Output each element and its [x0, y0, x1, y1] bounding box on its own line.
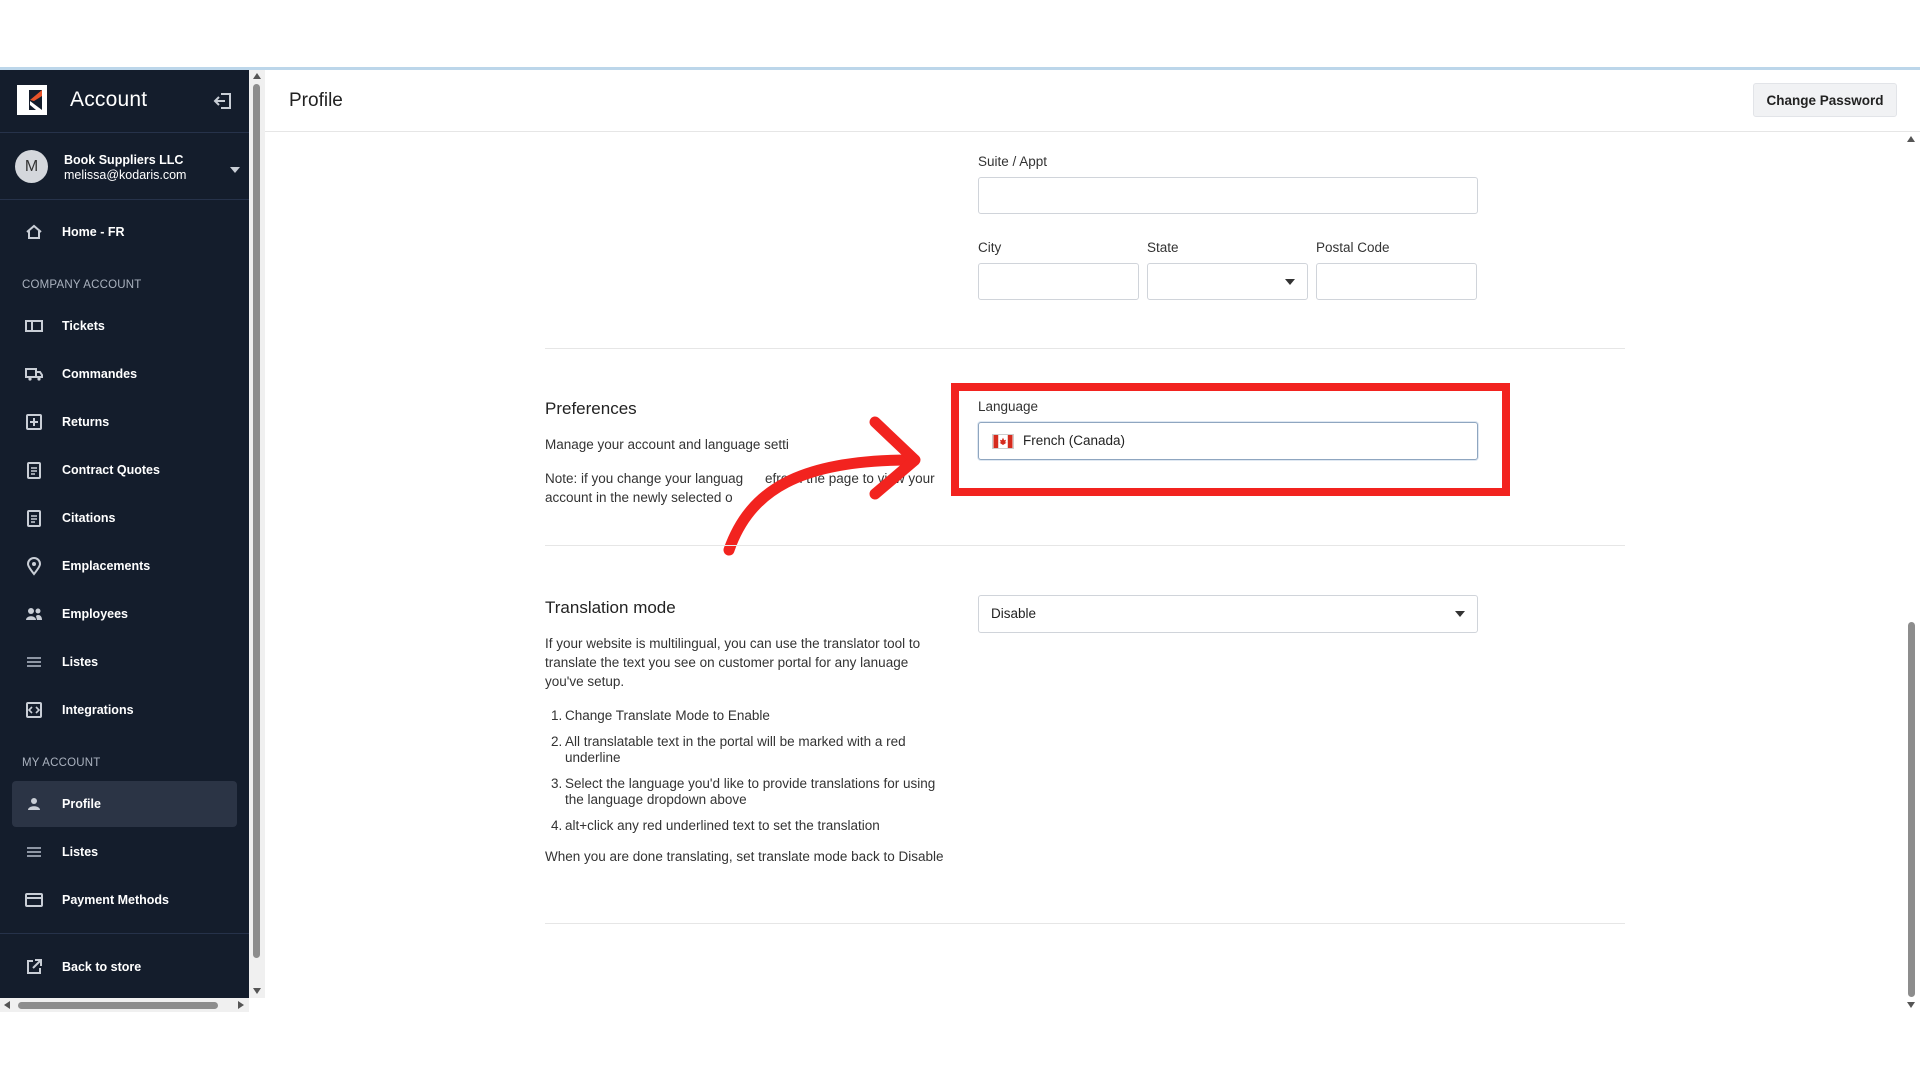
sidebar-title: Account	[70, 88, 148, 111]
sidebar-item-contract-quotes[interactable]: Contract Quotes	[12, 447, 237, 493]
collapse-sidebar-icon[interactable]	[212, 90, 234, 112]
page-title: Profile	[289, 90, 343, 111]
annotation-arrow-icon	[723, 416, 921, 556]
sidebar-item-payment-methods[interactable]: Payment Methods	[12, 877, 237, 923]
step-text: Change Translate Mode to Enable	[565, 708, 770, 723]
account-email: melissa@kodaris.com	[64, 168, 187, 182]
highlight-box	[951, 383, 1510, 496]
truck-icon	[25, 368, 43, 381]
home-icon	[26, 224, 42, 239]
sidebar-item-label: Employees	[62, 607, 129, 621]
sidebar-item-label: Home - FR	[62, 225, 125, 239]
integrations-icon	[26, 702, 42, 718]
step-text: alt+click any red underlined text to set…	[565, 818, 880, 833]
app: Account M Book Suppliers LLC melissa@kod…	[0, 70, 1920, 1012]
city-input[interactable]	[978, 263, 1139, 300]
section-divider	[545, 923, 1625, 924]
translation-intro: If your website is multilingual, you can…	[545, 636, 921, 689]
sidebar-item-home[interactable]: Home - FR	[12, 209, 237, 255]
sidebar-item-label: Listes	[62, 655, 99, 669]
sidebar-item-returns[interactable]: Returns	[12, 399, 237, 445]
sidebar-divider	[0, 933, 249, 934]
suite-label: Suite / Appt	[978, 154, 1048, 169]
sidebar-header: Account	[0, 70, 249, 132]
sidebar-item-label: Profile	[62, 797, 101, 811]
suite-input[interactable]	[978, 177, 1478, 214]
scroll-left-arrow-icon[interactable]	[4, 1001, 10, 1009]
translation-mode-select[interactable]: Disable	[978, 595, 1478, 633]
city-label: City	[978, 240, 1002, 255]
sidebar-item-emplacements[interactable]: Emplacements	[12, 543, 237, 589]
user-icon	[28, 798, 40, 810]
list-item: 1. Change Translate Mode to Enable	[551, 708, 770, 723]
scroll-up-arrow-icon[interactable]	[1907, 136, 1915, 142]
account-name: Book Suppliers LLC	[64, 153, 184, 167]
main-scroll-thumb[interactable]	[1908, 622, 1915, 997]
account-switcher[interactable]: M Book Suppliers LLC melissa@kodaris.com	[0, 132, 249, 200]
sidebar-h-scroll-thumb[interactable]	[18, 1002, 218, 1009]
chevron-down-icon	[1455, 611, 1465, 617]
scroll-up-arrow-icon[interactable]	[253, 73, 261, 79]
sidebar-item-label: Listes	[62, 845, 99, 859]
change-password-button[interactable]: Change Password	[1753, 83, 1897, 117]
clipboard-icon	[27, 510, 41, 527]
sidebar-item-commandes[interactable]: Commandes	[12, 351, 237, 397]
section-company-account: COMPANY ACCOUNT	[22, 279, 142, 291]
section-divider	[545, 348, 1625, 349]
sidebar-item-employees[interactable]: Employees	[12, 591, 237, 637]
return-icon	[26, 414, 42, 430]
preferences-title: Preferences	[545, 399, 637, 418]
scroll-down-arrow-icon[interactable]	[253, 988, 261, 994]
sidebar-item-back-to-store[interactable]: Back to store	[12, 944, 237, 990]
clipboard-icon	[27, 462, 41, 479]
sidebar-item-label: Back to store	[62, 960, 142, 974]
sidebar-item-label: Tickets	[62, 319, 105, 333]
step-text: All translatable text in the portal will…	[565, 734, 906, 765]
chevron-down-icon	[1285, 279, 1295, 285]
sidebar-item-label: Payment Methods	[62, 893, 169, 907]
scroll-right-arrow-icon[interactable]	[238, 1001, 244, 1009]
users-icon	[26, 608, 42, 620]
ticket-icon	[25, 320, 43, 332]
list-item: 2. All translatable text in the portal wi…	[551, 734, 906, 765]
sidebar: Account M Book Suppliers LLC melissa@kod…	[0, 70, 249, 998]
kodaris-logo-icon	[17, 85, 47, 115]
state-select[interactable]	[1147, 263, 1308, 300]
map-pin-icon	[26, 557, 42, 576]
list-icon	[27, 657, 41, 667]
external-link-icon	[27, 959, 42, 974]
postal-code-input[interactable]	[1316, 263, 1477, 300]
chevron-down-icon	[230, 167, 240, 173]
sidebar-item-citations[interactable]: Citations	[12, 495, 237, 541]
sidebar-item-label: Commandes	[62, 367, 138, 381]
sidebar-item-label: Emplacements	[62, 559, 151, 573]
list-item: 3. Select the language you'd like to prov…	[551, 776, 936, 807]
sidebar-item-tickets[interactable]: Tickets	[12, 303, 237, 349]
postal-code-label: Postal Code	[1316, 240, 1390, 255]
sidebar-item-integrations[interactable]: Integrations	[12, 687, 237, 733]
scroll-down-arrow-icon[interactable]	[1907, 1002, 1915, 1008]
sidebar-item-my-listes[interactable]: Listes	[12, 829, 237, 875]
sidebar-item-profile[interactable]: Profile	[12, 781, 237, 827]
sidebar-item-label: Integrations	[62, 703, 134, 717]
sidebar-item-label: Citations	[62, 511, 116, 525]
section-divider	[545, 545, 1625, 546]
translation-mode-title: Translation mode	[545, 598, 676, 617]
state-label: State	[1147, 240, 1179, 255]
avatar: M	[15, 150, 48, 183]
sidebar-item-label: Contract Quotes	[62, 463, 160, 477]
sidebar-item-label: Returns	[62, 415, 110, 429]
translation-steps: 1. Change Translate Mode to Enable 2. All …	[545, 708, 950, 844]
sidebar-scroll-thumb[interactable]	[253, 84, 260, 958]
main-header: Profile Change Password	[265, 70, 1920, 132]
list-icon	[27, 847, 41, 857]
section-my-account: MY ACCOUNT	[22, 757, 101, 769]
list-item: 4. alt+click any red underlined text to s…	[551, 818, 880, 833]
step-text: Select the language you'd like to provid…	[565, 776, 936, 807]
translation-outro: When you are done translating, set trans…	[545, 849, 944, 864]
translation-mode-value: Disable	[991, 606, 1037, 621]
sidebar-item-listes[interactable]: Listes	[12, 639, 237, 685]
credit-card-icon	[25, 893, 43, 907]
